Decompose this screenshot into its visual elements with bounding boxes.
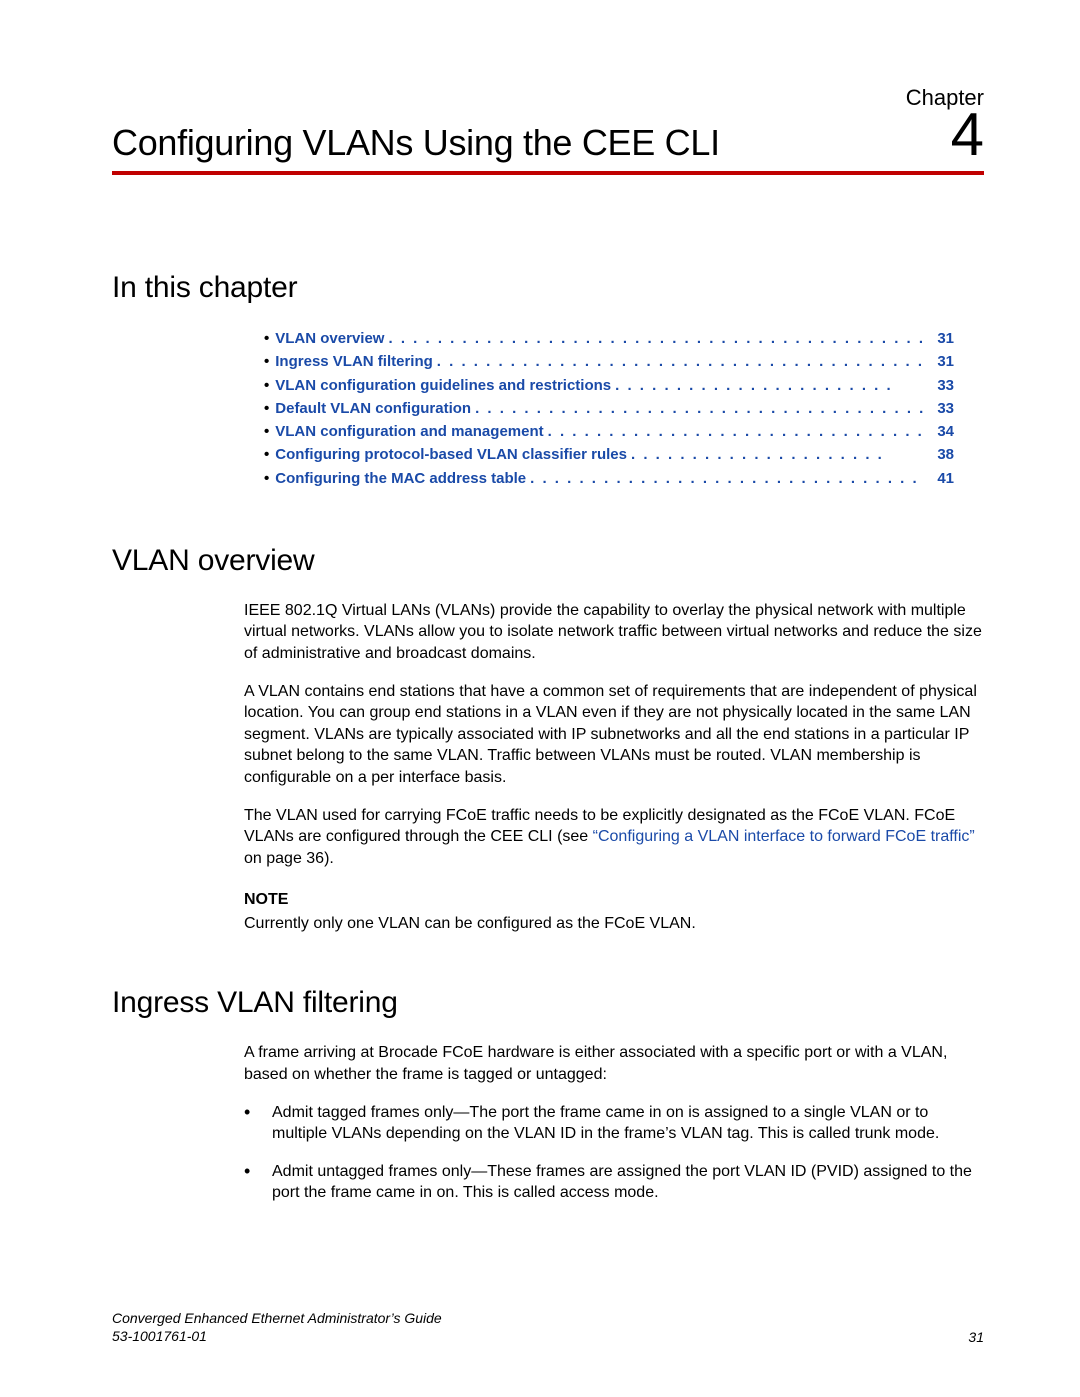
footer-page-number: 31 xyxy=(968,1329,984,1345)
toc-leader: . . . . . . . . . . . . . . . . . . . . … xyxy=(526,467,928,490)
chapter-number: 4 xyxy=(951,105,984,165)
paragraph: IEEE 802.1Q Virtual LANs (VLANs) provide… xyxy=(244,600,984,665)
bullet-icon: • xyxy=(264,327,269,350)
toc-item[interactable]: • VLAN configuration guidelines and rest… xyxy=(264,374,954,397)
toc-label: VLAN configuration guidelines and restri… xyxy=(275,374,611,397)
paragraph: A VLAN contains end stations that have a… xyxy=(244,681,984,789)
vlan-overview-body: IEEE 802.1Q Virtual LANs (VLANs) provide… xyxy=(244,600,984,935)
toc-leader: . . . . . . . . . . . . . . . . . . . . … xyxy=(544,420,928,443)
bullet-icon: • xyxy=(264,467,269,490)
document-page: Chapter Configuring VLANs Using the CEE … xyxy=(0,0,1080,1397)
bullet-icon: • xyxy=(264,420,269,443)
toc-item[interactable]: • Configuring protocol-based VLAN classi… xyxy=(264,443,954,466)
toc-page: 33 xyxy=(928,374,954,397)
toc-item[interactable]: • VLAN overview . . . . . . . . . . . . … xyxy=(264,327,954,350)
toc-item[interactable]: • Configuring the MAC address table . . … xyxy=(264,467,954,490)
list-item-text: Admit tagged frames only—The port the fr… xyxy=(272,1102,984,1145)
paragraph: A frame arriving at Brocade FCoE hardwar… xyxy=(244,1042,984,1085)
toc-page: 38 xyxy=(928,443,954,466)
note-text: Currently only one VLAN can be configure… xyxy=(244,913,984,935)
footer-doc-title: Converged Enhanced Ethernet Administrato… xyxy=(112,1310,442,1328)
section-heading-vlan-overview: VLAN overview xyxy=(112,544,984,578)
list-item: • Admit untagged frames only—These frame… xyxy=(244,1161,984,1204)
bullet-icon: • xyxy=(244,1102,272,1145)
toc-list: • VLAN overview . . . . . . . . . . . . … xyxy=(264,327,954,490)
note-label: NOTE xyxy=(244,889,984,911)
chapter-title: Configuring VLANs Using the CEE CLI xyxy=(112,122,720,164)
bullet-list: • Admit tagged frames only—The port the … xyxy=(244,1102,984,1204)
toc-leader: . . . . . . . . . . . . . . . . . . . . … xyxy=(611,374,928,397)
chapter-title-row: Configuring VLANs Using the CEE CLI 4 xyxy=(112,105,984,175)
toc-leader: . . . . . . . . . . . . . . . . . . . . … xyxy=(471,397,928,420)
list-item-text: Admit untagged frames only—These frames … xyxy=(272,1161,984,1204)
toc-label: Default VLAN configuration xyxy=(275,397,471,420)
paragraph-text: on page 36). xyxy=(244,850,334,867)
section-heading-in-this-chapter: In this chapter xyxy=(112,271,984,305)
toc-label: Configuring protocol-based VLAN classifi… xyxy=(275,443,627,466)
bullet-icon: • xyxy=(264,374,269,397)
toc-item[interactable]: • Default VLAN configuration . . . . . .… xyxy=(264,397,954,420)
section-heading-ingress-vlan-filtering: Ingress VLAN filtering xyxy=(112,986,984,1020)
footer-doc-number: 53-1001761-01 xyxy=(112,1328,442,1346)
toc-leader: . . . . . . . . . . . . . . . . . . . . … xyxy=(384,327,928,350)
toc-page: 34 xyxy=(928,420,954,443)
toc-leader: . . . . . . . . . . . . . . . . . . . . … xyxy=(433,350,928,373)
toc-label: Ingress VLAN filtering xyxy=(275,350,433,373)
footer-left: Converged Enhanced Ethernet Administrato… xyxy=(112,1310,442,1345)
toc-page: 31 xyxy=(928,327,954,350)
toc-label: VLAN configuration and management xyxy=(275,420,543,443)
list-item: • Admit tagged frames only—The port the … xyxy=(244,1102,984,1145)
toc-page: 31 xyxy=(928,350,954,373)
bullet-icon: • xyxy=(264,397,269,420)
page-footer: Converged Enhanced Ethernet Administrato… xyxy=(112,1310,984,1345)
paragraph: The VLAN used for carrying FCoE traffic … xyxy=(244,805,984,870)
toc-leader: . . . . . . . . . . . . . . . . . . . . … xyxy=(627,443,928,466)
cross-reference-link[interactable]: “Configuring a VLAN interface to forward… xyxy=(593,828,975,845)
bullet-icon: • xyxy=(244,1161,272,1204)
toc-page: 33 xyxy=(928,397,954,420)
bullet-icon: • xyxy=(264,443,269,466)
toc-label: VLAN overview xyxy=(275,327,384,350)
toc-label: Configuring the MAC address table xyxy=(275,467,526,490)
bullet-icon: • xyxy=(264,350,269,373)
toc-item[interactable]: • Ingress VLAN filtering . . . . . . . .… xyxy=(264,350,954,373)
toc-item[interactable]: • VLAN configuration and management . . … xyxy=(264,420,954,443)
toc-page: 41 xyxy=(928,467,954,490)
ingress-body: A frame arriving at Brocade FCoE hardwar… xyxy=(244,1042,984,1085)
